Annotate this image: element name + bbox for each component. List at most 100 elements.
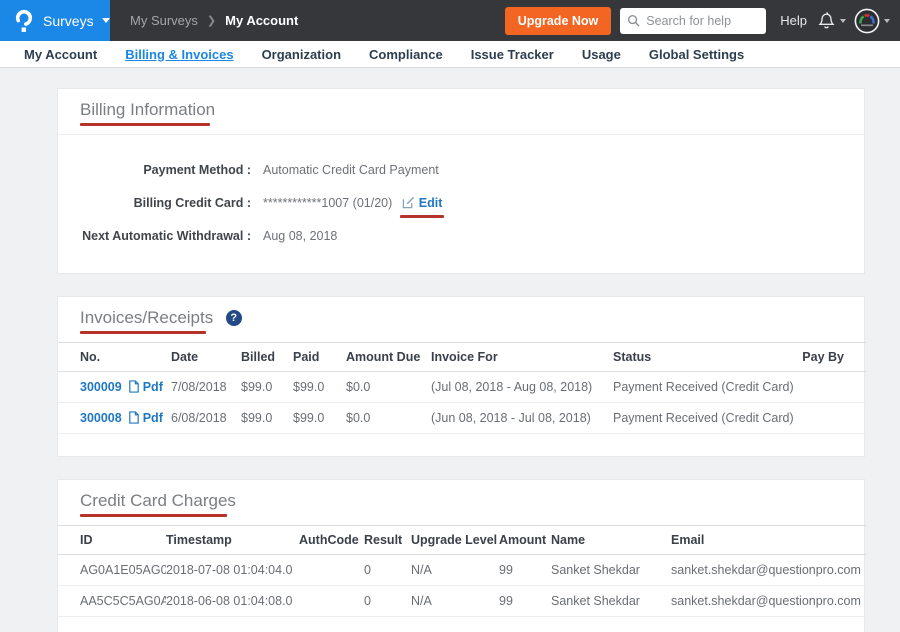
pdf-file-icon[interactable] <box>128 380 140 393</box>
product-menu-label: Surveys <box>43 13 94 29</box>
chevron-down-icon <box>840 19 846 23</box>
charge-row: AA5C5C5AG0A 2018-06-08 01:04:08.0 0 N/A … <box>58 586 866 617</box>
chevron-down-icon <box>102 18 110 23</box>
tab-billing-invoices[interactable]: Billing & Invoices <box>125 47 233 62</box>
col-date: Date <box>171 343 241 372</box>
help-circle-icon[interactable]: ? <box>226 310 242 326</box>
invoice-billed: $99.0 <box>241 403 293 434</box>
charge-timestamp: 2018-07-08 01:04:04.0 <box>166 555 299 586</box>
annotation-underline <box>80 331 206 334</box>
col-no: No. <box>58 343 171 372</box>
invoice-paid: $99.0 <box>293 403 346 434</box>
payment-method-value: Automatic Credit Card Payment <box>263 160 439 180</box>
col-amount: Amount <box>499 526 551 555</box>
breadcrumb-current: My Account <box>225 13 298 28</box>
main-content: Billing Information Payment Method : Aut… <box>0 68 900 632</box>
help-search <box>620 8 766 34</box>
pdf-file-icon[interactable] <box>128 411 140 424</box>
invoice-amount-due: $0.0 <box>346 403 431 434</box>
col-pay-by: Pay By <box>798 343 866 372</box>
product-menu[interactable]: Surveys <box>0 0 110 41</box>
invoice-status: Payment Received (Credit Card) <box>613 372 798 403</box>
help-link[interactable]: Help <box>780 13 807 28</box>
invoices-table: No. Date Billed Paid Amount Due Invoice … <box>58 342 866 434</box>
upgrade-now-button[interactable]: Upgrade Now <box>505 7 612 35</box>
tab-global-settings[interactable]: Global Settings <box>649 47 744 62</box>
col-paid: Paid <box>293 343 346 372</box>
charge-timestamp: 2018-06-08 01:04:08.0 <box>166 586 299 617</box>
invoice-paid: $99.0 <box>293 372 346 403</box>
next-withdrawal-row: Next Automatic Withdrawal : Aug 08, 2018 <box>58 226 864 246</box>
invoice-status: Payment Received (Credit Card) <box>613 403 798 434</box>
invoice-pdf-link[interactable]: Pdf <box>143 380 163 394</box>
col-email: Email <box>671 526 866 555</box>
notifications-menu[interactable] <box>817 10 846 31</box>
credit-card-charges-title: Credit Card Charges <box>80 491 236 511</box>
tab-compliance[interactable]: Compliance <box>369 47 443 62</box>
top-header: Surveys My Surveys ❯ My Account Upgrade … <box>0 0 900 41</box>
invoice-row: 300008Pdf 6/08/2018 $99.0 $99.0 $0.0 (Ju… <box>58 403 866 434</box>
bell-icon <box>817 10 836 31</box>
invoice-pay-by <box>798 372 866 403</box>
col-authcode: AuthCode <box>299 526 364 555</box>
col-invoice-for: Invoice For <box>431 343 613 372</box>
charge-row: AG0A1E05AG0A 2018-07-08 01:04:04.0 0 N/A… <box>58 555 866 586</box>
tab-usage[interactable]: Usage <box>582 47 621 62</box>
invoice-date: 7/08/2018 <box>171 372 241 403</box>
tab-organization[interactable]: Organization <box>262 47 341 62</box>
charge-result: 0 <box>364 555 411 586</box>
avatar-gauge-icon <box>854 8 880 34</box>
billing-information-card: Billing Information Payment Method : Aut… <box>57 88 865 274</box>
payment-method-row: Payment Method : Automatic Credit Card P… <box>58 160 864 180</box>
invoice-pdf-link[interactable]: Pdf <box>143 411 163 425</box>
account-menu[interactable] <box>854 8 890 34</box>
col-amount-due: Amount Due <box>346 343 431 372</box>
billing-credit-card-value: ************1007 (01/20) <box>263 196 392 210</box>
col-timestamp: Timestamp <box>166 526 299 555</box>
search-icon <box>627 14 640 27</box>
invoice-billed: $99.0 <box>241 372 293 403</box>
col-billed: Billed <box>241 343 293 372</box>
tab-issue-tracker[interactable]: Issue Tracker <box>471 47 554 62</box>
next-withdrawal-value: Aug 08, 2018 <box>263 226 337 246</box>
charge-id: AG0A1E05AG0A <box>58 555 166 586</box>
charge-authcode <box>299 555 364 586</box>
next-withdrawal-label: Next Automatic Withdrawal : <box>58 226 251 246</box>
tab-my-account[interactable]: My Account <box>24 47 97 62</box>
questionpro-logo-icon <box>14 9 34 33</box>
annotation-underline <box>400 215 445 218</box>
col-name: Name <box>551 526 671 555</box>
invoice-number-link[interactable]: 300008 <box>80 411 122 425</box>
invoice-date: 6/08/2018 <box>171 403 241 434</box>
billing-credit-card-label: Billing Credit Card : <box>58 193 251 213</box>
charges-header-row: ID Timestamp AuthCode Result Upgrade Lev… <box>58 526 866 555</box>
breadcrumb-parent[interactable]: My Surveys <box>130 13 198 28</box>
edit-pencil-icon[interactable] <box>402 196 415 209</box>
breadcrumb-separator-icon: ❯ <box>207 14 216 27</box>
billing-information-title: Billing Information <box>80 100 215 120</box>
col-id: ID <box>58 526 166 555</box>
charge-id: AA5C5C5AG0A <box>58 586 166 617</box>
breadcrumb: My Surveys ❯ My Account <box>130 13 298 28</box>
invoice-number-link[interactable]: 300009 <box>80 380 122 394</box>
invoices-receipts-title: Invoices/Receipts <box>80 308 213 328</box>
charge-name: Sanket Shekdar <box>551 555 671 586</box>
charge-name: Sanket Shekdar <box>551 586 671 617</box>
invoices-header-row: No. Date Billed Paid Amount Due Invoice … <box>58 343 866 372</box>
charge-upgrade-level: N/A <box>411 555 499 586</box>
annotation-underline <box>80 123 210 126</box>
charge-authcode <box>299 586 364 617</box>
charges-table: ID Timestamp AuthCode Result Upgrade Lev… <box>58 525 866 617</box>
col-result: Result <box>364 526 411 555</box>
charge-upgrade-level: N/A <box>411 586 499 617</box>
charge-email: sanket.shekdar@questionpro.com <box>671 555 866 586</box>
col-upgrade-level: Upgrade Level <box>411 526 499 555</box>
invoice-pay-by <box>798 403 866 434</box>
edit-credit-card-link[interactable]: Edit <box>419 196 443 210</box>
search-input[interactable] <box>620 8 766 34</box>
account-nav: My Account Billing & Invoices Organizati… <box>0 41 900 68</box>
charge-result: 0 <box>364 586 411 617</box>
charge-amount: 99 <box>499 555 551 586</box>
payment-method-label: Payment Method : <box>58 160 251 180</box>
invoice-row: 300009Pdf 7/08/2018 $99.0 $99.0 $0.0 (Ju… <box>58 372 866 403</box>
